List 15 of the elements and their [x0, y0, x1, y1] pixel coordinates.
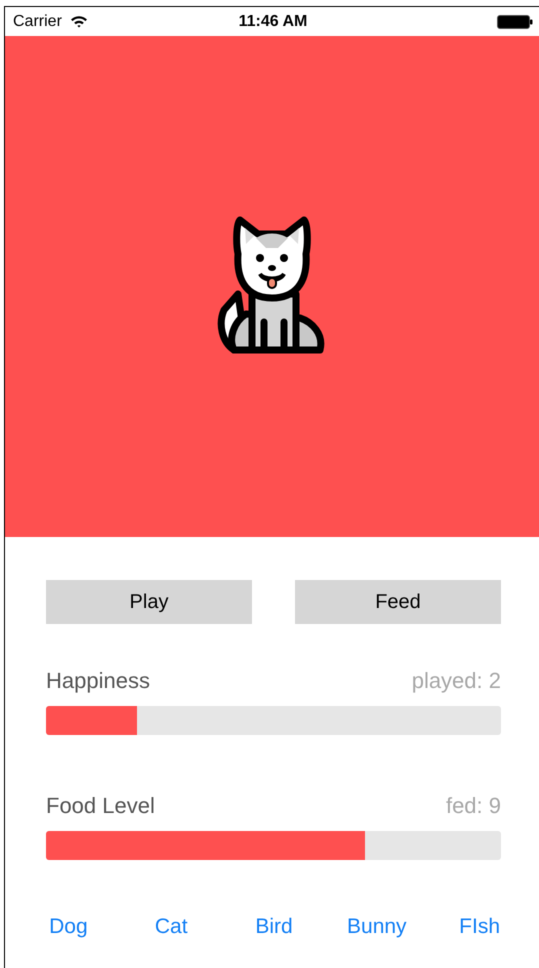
pet-tab[interactable]: Bird — [255, 915, 293, 939]
meter-reading: played: 2 — [412, 668, 501, 694]
pet-tab[interactable]: Bunny — [347, 915, 407, 939]
play-button[interactable]: Play — [46, 580, 252, 624]
pet-tab[interactable]: FIsh — [459, 915, 500, 939]
meter-label: Happiness — [46, 668, 150, 694]
meter-reading: fed: 9 — [446, 793, 501, 819]
meter-label: Food Level — [46, 793, 155, 819]
battery-icon — [497, 14, 533, 28]
pet-tab[interactable]: Cat — [154, 915, 188, 939]
status-time: 11:46 AM — [238, 12, 308, 30]
feed-button[interactable]: Feed — [295, 580, 501, 624]
carrier-name: Carrier — [13, 12, 62, 30]
pet-tab[interactable]: Dog — [49, 915, 88, 939]
wifi-icon — [70, 15, 88, 28]
